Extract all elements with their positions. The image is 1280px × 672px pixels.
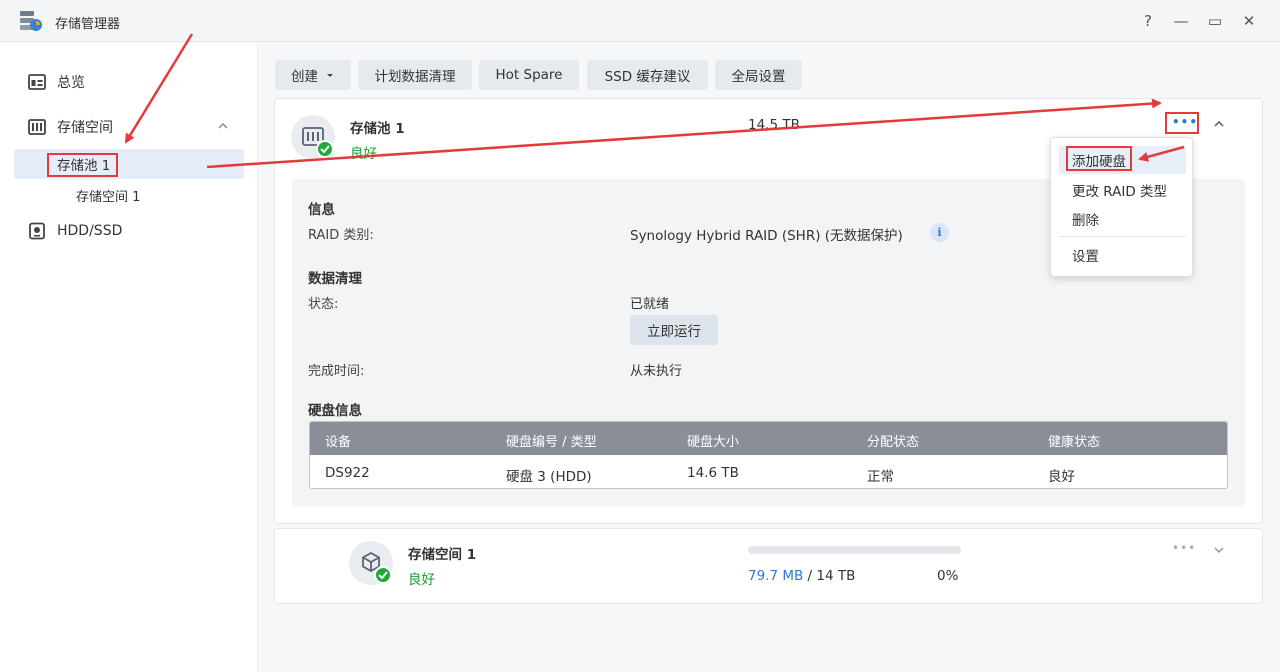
minimize-button[interactable]: — bbox=[1170, 10, 1192, 32]
cell-disk-number: 硬盘 3 (HDD) bbox=[506, 469, 592, 485]
sidebar-item-label: 存储空间 bbox=[57, 120, 113, 136]
status-ok-badge bbox=[316, 140, 334, 158]
volume-usage-bar bbox=[748, 546, 961, 554]
cell-disk-size: 14.6 TB bbox=[687, 465, 739, 481]
create-button-label: 创建 bbox=[291, 69, 318, 85]
storage-icon bbox=[28, 119, 46, 135]
overview-icon bbox=[28, 74, 46, 90]
expand-chevron-icon[interactable] bbox=[1213, 544, 1225, 556]
maximize-button[interactable]: ▭ bbox=[1204, 10, 1226, 32]
disk-table: 设备 硬盘编号 / 类型 硬盘大小 分配状态 健康状态 DS922 硬盘 3 (… bbox=[309, 421, 1228, 489]
pool-name: 存储池 1 bbox=[350, 121, 405, 137]
sidebar-item-storage[interactable]: 存储空间 bbox=[28, 114, 113, 140]
help-button[interactable]: ? bbox=[1137, 10, 1159, 32]
sidebar-item-hdd[interactable]: HDD/SSD bbox=[28, 218, 122, 244]
info-icon[interactable]: i bbox=[930, 223, 949, 242]
col-allocation: 分配状态 bbox=[867, 435, 920, 450]
ssd-cache-advice-button[interactable]: SSD 缓存建议 bbox=[587, 60, 708, 90]
check-icon bbox=[320, 145, 330, 154]
section-scrub: 数据清理 bbox=[308, 271, 362, 287]
volume-name: 存储空间 1 bbox=[408, 547, 477, 563]
volume-more-button[interactable]: ••• bbox=[1172, 541, 1196, 555]
volume-icon-wrap bbox=[349, 541, 393, 585]
col-device: 设备 bbox=[325, 435, 352, 450]
menu-divider bbox=[1059, 236, 1186, 237]
volume-usage-text: 79.7 MB / 14 TB bbox=[748, 568, 855, 584]
completed-label: 完成时间: bbox=[308, 364, 365, 379]
sidebar: 总览 存储空间 存储池 1 存储空间 1 HDD/SSD bbox=[0, 42, 258, 672]
annotation-box-more bbox=[1165, 112, 1199, 134]
status-ok-badge bbox=[374, 566, 392, 584]
cell-device: DS922 bbox=[325, 465, 370, 481]
volume-percent: 0% bbox=[937, 568, 959, 584]
raid-value: Synology Hybrid RAID (SHR) (无数据保护) bbox=[630, 228, 903, 244]
cell-health: 良好 bbox=[1048, 469, 1075, 485]
cell-allocation: 正常 bbox=[867, 469, 894, 485]
pool-status: 良好 bbox=[350, 146, 377, 162]
chevron-up-icon[interactable] bbox=[217, 120, 229, 132]
sidebar-item-overview[interactable]: 总览 bbox=[28, 69, 85, 95]
check-icon bbox=[378, 571, 388, 580]
section-info: 信息 bbox=[308, 202, 335, 218]
storage-manager-app-icon bbox=[20, 11, 42, 31]
volume-card: 存储空间 1 良好 79.7 MB / 14 TB 0% ••• bbox=[274, 528, 1263, 604]
completed-value: 从未执行 bbox=[630, 364, 683, 379]
pool-icon-wrap bbox=[291, 115, 335, 159]
collapse-chevron-icon[interactable] bbox=[1213, 118, 1225, 130]
caret-down-icon bbox=[327, 74, 333, 77]
create-button[interactable]: 创建 bbox=[275, 60, 351, 90]
volume-status: 良好 bbox=[408, 572, 435, 588]
sidebar-item-volume[interactable]: 存储空间 1 bbox=[76, 181, 140, 209]
col-disk-number: 硬盘编号 / 类型 bbox=[506, 435, 597, 450]
sidebar-item-label: 总览 bbox=[57, 75, 85, 91]
menu-change-raid[interactable]: 更改 RAID 类型 bbox=[1059, 176, 1186, 204]
col-health: 健康状态 bbox=[1048, 435, 1101, 450]
hot-spare-button[interactable]: Hot Spare bbox=[479, 60, 579, 90]
pool-size: 14.5 TB bbox=[748, 117, 800, 133]
annotation-box-pool bbox=[47, 153, 118, 177]
col-disk-size: 硬盘大小 bbox=[687, 435, 740, 450]
global-settings-button[interactable]: 全局设置 bbox=[715, 60, 802, 90]
window-title: 存储管理器 bbox=[55, 17, 121, 32]
run-now-button[interactable]: 立即运行 bbox=[630, 315, 718, 345]
annotation-box-add-disk bbox=[1066, 146, 1132, 171]
hdd-icon bbox=[29, 222, 45, 240]
disk-table-header: 设备 硬盘编号 / 类型 硬盘大小 分配状态 健康状态 bbox=[310, 422, 1227, 455]
close-button[interactable]: ✕ bbox=[1238, 10, 1260, 32]
state-value: 已就绪 bbox=[630, 297, 670, 312]
raid-label: RAID 类别: bbox=[308, 228, 374, 243]
title-bar: 存储管理器 ? — ▭ ✕ bbox=[0, 0, 1280, 42]
sidebar-item-label: HDD/SSD bbox=[57, 223, 123, 239]
state-label: 状态: bbox=[308, 297, 339, 312]
volume-used: 79.7 MB bbox=[748, 568, 804, 584]
usage-separator: / bbox=[803, 568, 817, 584]
menu-settings[interactable]: 设置 bbox=[1059, 241, 1186, 269]
schedule-scrub-button[interactable]: 计划数据清理 bbox=[358, 60, 472, 90]
volume-total: 14 TB bbox=[816, 568, 856, 584]
menu-delete[interactable]: 删除 bbox=[1059, 205, 1186, 233]
section-disk-info: 硬盘信息 bbox=[308, 403, 362, 419]
